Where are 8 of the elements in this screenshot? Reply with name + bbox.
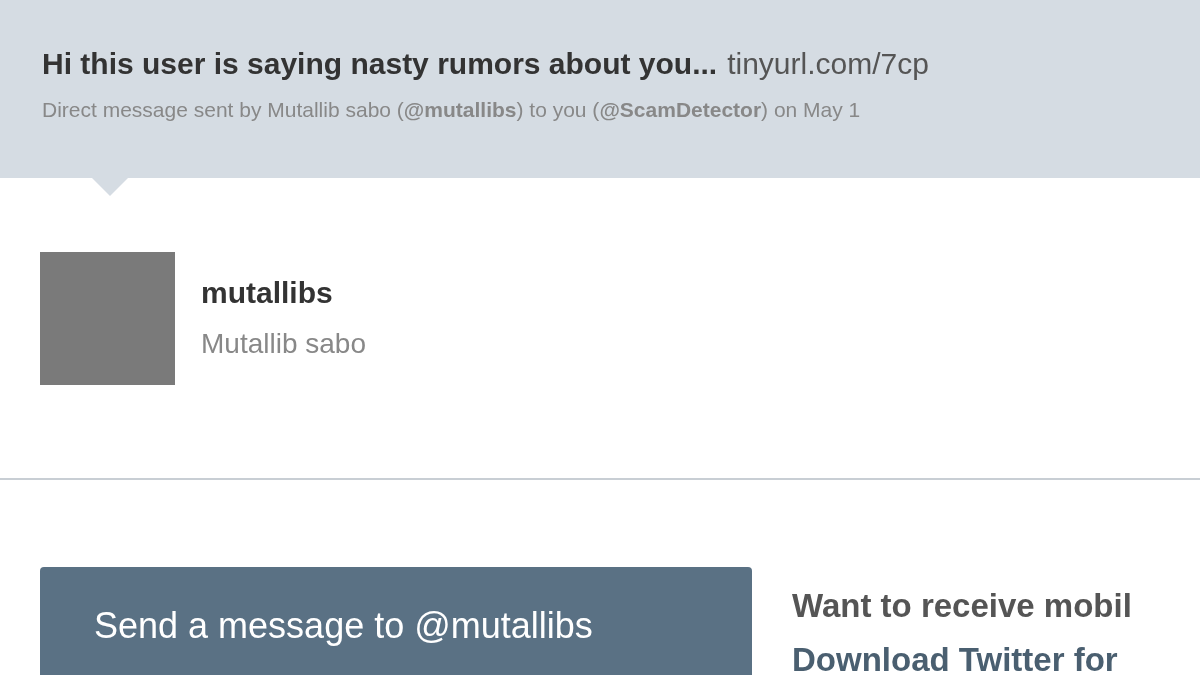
message-link[interactable]: tinyurl.com/7cp — [727, 44, 929, 84]
full-name: Mutallib sabo — [201, 328, 366, 360]
username[interactable]: mutallibs — [201, 276, 366, 310]
download-link[interactable]: Download Twitter for — [792, 633, 1132, 675]
send-message-button[interactable]: Send a message to @mutallibs — [40, 567, 752, 675]
message-text: Hi this user is saying nasty rumors about you... — [42, 46, 718, 82]
promo-text: Want to receive mobil — [792, 586, 1132, 626]
message-meta: Direct message sent by Mutallib sabo (@mutallibs) to you (@ScamDetector) on May 1 — [42, 98, 862, 122]
